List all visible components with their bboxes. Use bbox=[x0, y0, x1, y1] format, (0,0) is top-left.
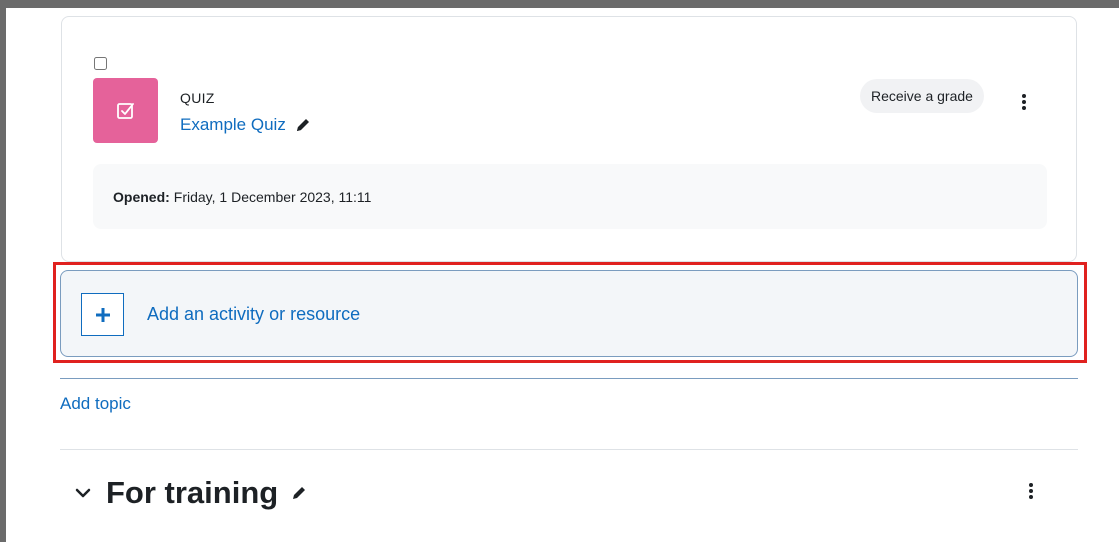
plus-icon bbox=[81, 293, 124, 336]
activity-card-quiz: QUIZ Example Quiz Receive a grade Opened… bbox=[61, 16, 1077, 262]
pencil-icon[interactable] bbox=[294, 116, 312, 134]
dates-value: Friday, 1 December 2023, 11:11 bbox=[173, 188, 372, 205]
activity-select-checkbox[interactable] bbox=[94, 57, 107, 70]
add-activity-button[interactable]: Add an activity or resource bbox=[60, 270, 1078, 357]
section-edit-pencil-icon[interactable] bbox=[290, 484, 308, 502]
activity-type-label: QUIZ bbox=[180, 90, 215, 106]
section-header: For training bbox=[72, 475, 308, 511]
section-separator bbox=[60, 449, 1078, 450]
activity-dates: Opened: Friday, 1 December 2023, 11:11 bbox=[93, 164, 1047, 229]
add-activity-label: Add an activity or resource bbox=[147, 304, 361, 324]
dates-label: Opened: bbox=[113, 188, 170, 205]
section-title: For training bbox=[106, 475, 279, 510]
add-topic-link[interactable]: Add topic bbox=[60, 394, 131, 414]
section-actions-menu-icon[interactable] bbox=[1019, 477, 1043, 505]
activity-actions-menu-icon[interactable] bbox=[1012, 88, 1036, 116]
chevron-down-icon[interactable] bbox=[72, 482, 94, 504]
activity-name-link[interactable]: Example Quiz bbox=[180, 115, 312, 135]
quiz-icon[interactable] bbox=[93, 78, 158, 143]
completion-badge: Receive a grade bbox=[860, 79, 984, 113]
activity-name: Example Quiz bbox=[180, 115, 286, 134]
quiz-check-icon bbox=[116, 102, 134, 119]
section-divider bbox=[60, 378, 1078, 379]
course-page: QUIZ Example Quiz Receive a grade Opened… bbox=[6, 8, 1119, 542]
